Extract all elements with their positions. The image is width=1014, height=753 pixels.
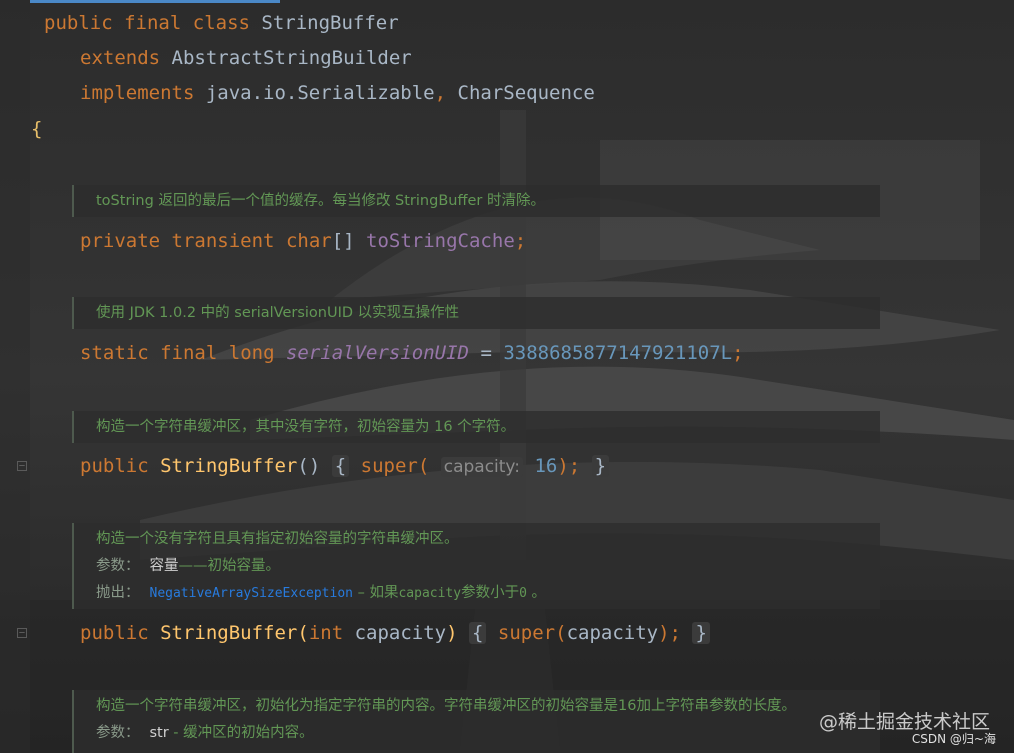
call-close: ) xyxy=(658,622,670,644)
field-cache-line: private transient char[] toStringCache; xyxy=(80,229,526,253)
array-brackets: [] xyxy=(331,230,355,252)
doc-param-line: 参数： str - 缓冲区的初始内容。 xyxy=(96,720,880,747)
call-open: ( xyxy=(555,622,567,644)
keyword-super: super xyxy=(497,622,556,644)
doc-comment-ctor-capacity[interactable]: 构造一个没有字符且具有指定初始容量的字符串缓冲区。 参数： 容量——初始容量。 抛… xyxy=(72,523,880,609)
rparen: ) xyxy=(446,622,458,644)
semicolon: ; xyxy=(732,342,744,364)
fold-open-brace[interactable]: { xyxy=(331,455,350,477)
doc-throws-code: capacity xyxy=(398,586,462,601)
class-declaration-line: public final class StringBuffer xyxy=(44,11,399,35)
doc-param-name: str xyxy=(149,725,169,741)
class-open-brace: { xyxy=(31,118,43,140)
call-arg: capacity xyxy=(566,622,659,644)
fold-close-brace[interactable]: } xyxy=(591,455,610,477)
comma: , xyxy=(434,82,447,104)
doc-comment-serial[interactable]: 使用 JDK 1.0.2 中的 serialVersionUID 以实现互操作性 xyxy=(72,297,880,329)
keyword-public: public xyxy=(44,12,113,34)
fold-close-brace[interactable]: } xyxy=(692,622,710,644)
doc-throws-label: 抛出： xyxy=(96,585,140,601)
arg-16: 16 xyxy=(534,455,558,477)
field-name-serialversionuid[interactable]: serialVersionUID xyxy=(286,342,469,364)
doc-param-line: 参数： 容量——初始容量。 xyxy=(96,553,880,580)
semicolon: ; xyxy=(669,622,681,644)
doc-text: 构造一个字符串缓冲区，其中没有字符，初始容量为 16 个字符。 xyxy=(96,419,516,435)
keyword-public: public xyxy=(80,622,149,644)
doc-param-label: 参数： xyxy=(96,558,140,574)
doc-comment-cache[interactable]: toString 返回的最后一个值的缓存。每当修改 StringBuffer 时… xyxy=(72,185,880,217)
interface-charsequence[interactable]: CharSequence xyxy=(458,82,595,104)
doc-text: toString 返回的最后一个值的缓存。每当修改 StringBuffer 时… xyxy=(96,193,545,209)
serial-value: 3388685877147921107L xyxy=(503,342,733,364)
equals: = xyxy=(469,342,504,364)
extends-line: extends AbstractStringBuilder xyxy=(80,46,412,70)
param-hint-capacity: capacity: xyxy=(440,457,523,477)
ctor-capacity-line: public StringBuffer(int capacity) { supe… xyxy=(80,621,710,645)
implements-line: implements java.io.Serializable, CharSeq… xyxy=(80,81,595,105)
doc-param-label: 参数： xyxy=(96,725,140,741)
call-close: ); xyxy=(557,455,581,477)
keyword-private: private xyxy=(80,230,161,252)
lparen: ( xyxy=(297,622,309,644)
keyword-final: final xyxy=(160,342,218,364)
keyword-public: public xyxy=(80,455,149,477)
keyword-long: long xyxy=(228,342,275,364)
type-char: char xyxy=(285,230,332,252)
keyword-class: class xyxy=(192,12,250,34)
fold-toggle-icon[interactable]: – xyxy=(17,628,27,638)
doc-param-desc: ——初始容量。 xyxy=(178,558,281,574)
ctor-name[interactable]: StringBuffer xyxy=(160,622,297,644)
fold-open-brace[interactable]: { xyxy=(469,622,487,644)
doc-text: 构造一个没有字符且具有指定初始容量的字符串缓冲区。 xyxy=(96,531,459,547)
active-tab-indicator xyxy=(30,0,280,3)
doc-throws-mid: 参数小于 xyxy=(461,585,520,601)
doc-param-desc: - 缓冲区的初始内容。 xyxy=(168,725,314,741)
ctor-name[interactable]: StringBuffer xyxy=(160,455,297,477)
fold-toggle-icon[interactable]: – xyxy=(17,461,27,471)
doc-text: 使用 JDK 1.0.2 中的 serialVersionUID 以实现互操作性 xyxy=(96,305,460,321)
parens: () xyxy=(297,455,321,477)
doc-throws-line: 抛出： NegativeArraySizeException – 如果capaci… xyxy=(96,580,880,607)
doc-throws-zero: 0 xyxy=(519,586,527,601)
keyword-static: static xyxy=(80,342,149,364)
doc-text: 构造一个字符串缓冲区，初始化为指定字符串的内容。字符串缓冲区的初始容量是16加上… xyxy=(96,698,796,714)
doc-throws-end: 。 xyxy=(526,585,547,601)
ctor-default-line: public StringBuffer() { super( capacity:… xyxy=(80,454,610,479)
doc-throws-dash: – 如果 xyxy=(353,585,399,601)
editor-gutter xyxy=(0,0,30,753)
param-capacity[interactable]: capacity xyxy=(343,622,447,644)
field-name-tostringcache[interactable]: toStringCache xyxy=(366,230,515,252)
keyword-implements: implements xyxy=(80,82,195,104)
class-name[interactable]: StringBuffer xyxy=(261,12,398,34)
keyword-int: int xyxy=(308,622,344,644)
doc-throws-link[interactable]: NegativeArraySizeException xyxy=(150,586,354,601)
keyword-super: super( xyxy=(360,455,430,477)
keyword-final: final xyxy=(124,12,182,34)
field-serial-line: static final long serialVersionUID = 338… xyxy=(80,341,744,365)
keyword-transient: transient xyxy=(171,230,275,252)
semicolon: ; xyxy=(514,230,527,252)
keyword-extends: extends xyxy=(80,47,161,69)
interface-serializable[interactable]: java.io.Serializable xyxy=(206,82,435,104)
doc-comment-ctor-string[interactable]: 构造一个字符串缓冲区，初始化为指定字符串的内容。字符串缓冲区的初始容量是16加上… xyxy=(72,690,880,753)
doc-comment-ctor-default[interactable]: 构造一个字符串缓冲区，其中没有字符，初始容量为 16 个字符。 xyxy=(72,411,880,443)
doc-param-name: 容量 xyxy=(149,558,179,574)
superclass-name[interactable]: AbstractStringBuilder xyxy=(172,47,412,69)
watermark-csdn: CSDN @归~海 xyxy=(911,732,996,746)
